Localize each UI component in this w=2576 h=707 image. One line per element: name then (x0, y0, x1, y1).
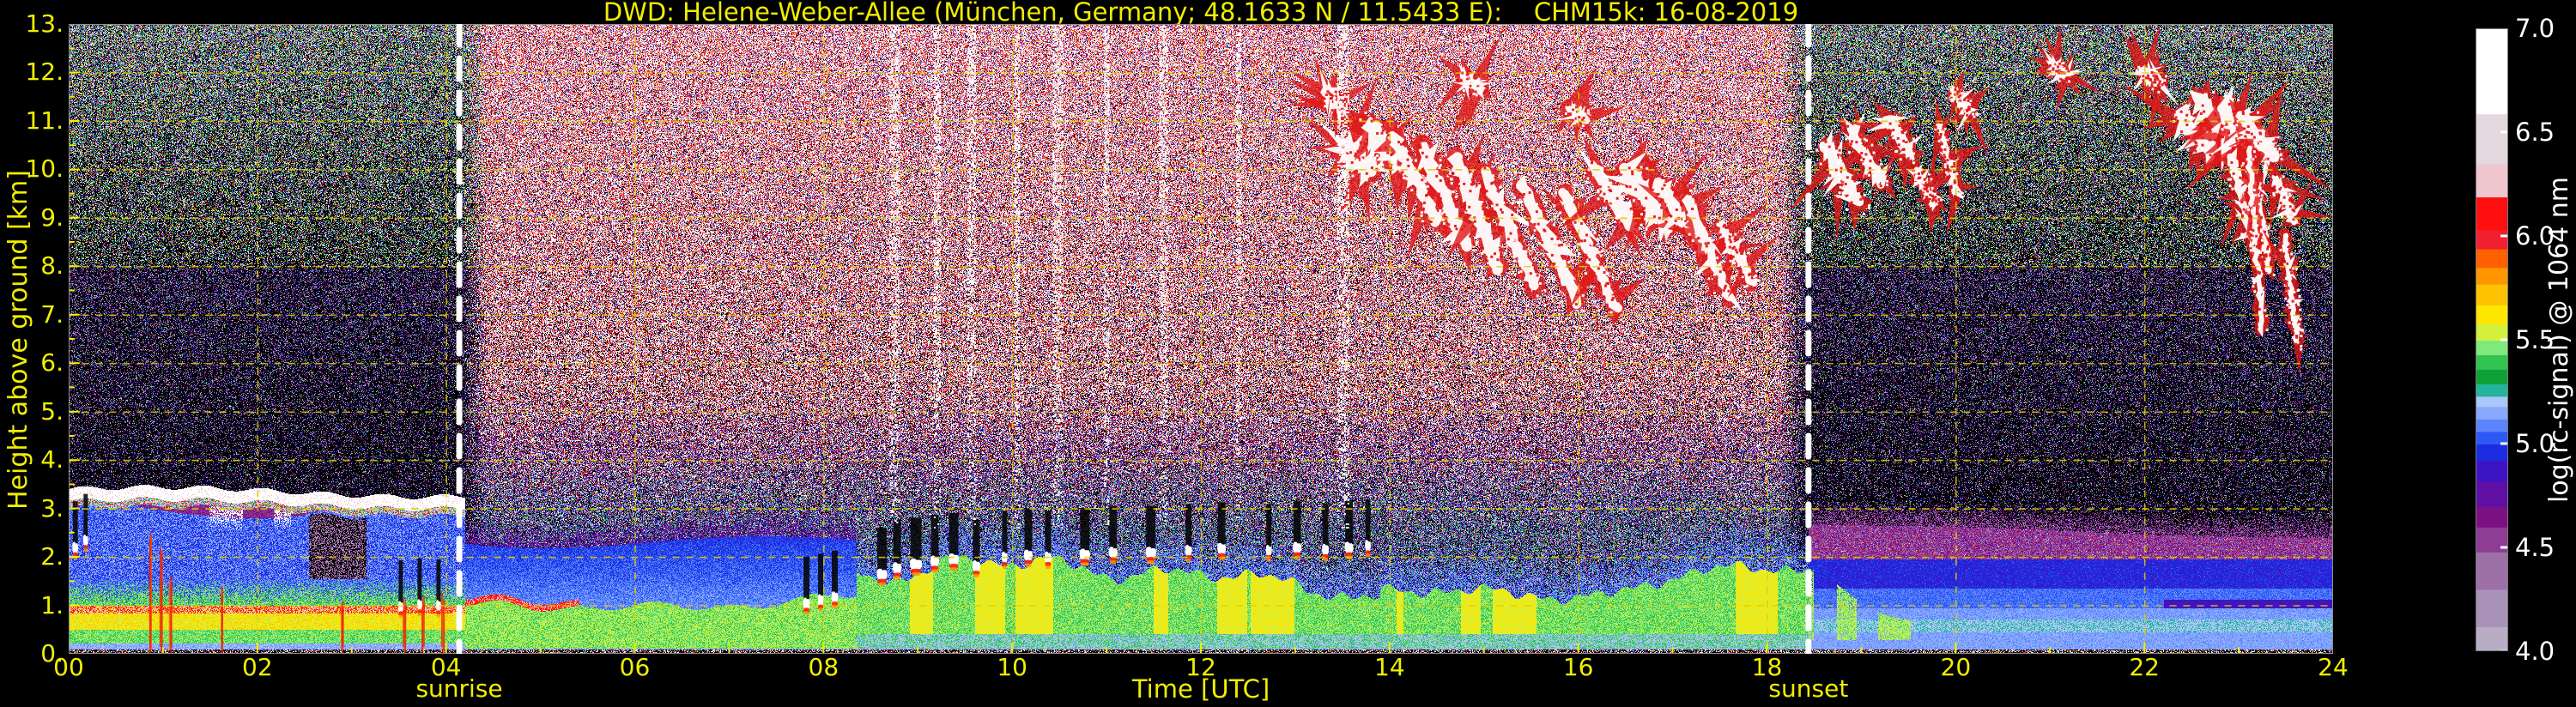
y-tick-label: 3. (0, 497, 64, 521)
y-tick-label: 13. (0, 12, 64, 36)
y-tick-label: 4. (0, 448, 64, 472)
y-tick-label: 8. (0, 254, 64, 278)
y-tick-label: 10. (0, 157, 64, 181)
figure: DWD: Helene-Weber-Allee (München, German… (0, 0, 2576, 707)
x-tick-label: 16 (1540, 656, 1617, 680)
y-tick-label: 2. (0, 545, 64, 569)
x-tick-label: 02 (219, 656, 296, 680)
y-tick-label: 9. (0, 206, 64, 230)
y-tick-label: 12. (0, 60, 64, 84)
y-tick-label: 5. (0, 400, 64, 424)
colorbar-tick-label: 7.0 (2515, 16, 2576, 40)
backscatter-heatmap (69, 24, 2333, 654)
x-tick-label: 24 (2294, 656, 2372, 680)
x-tick-label: 00 (30, 656, 107, 680)
y-tick-label: 1. (0, 594, 64, 618)
y-tick-label: 11. (0, 109, 64, 133)
figure-title: DWD: Helene-Weber-Allee (München, German… (428, 0, 1973, 24)
x-tick-label: 06 (597, 656, 674, 680)
sunrise-label: sunrise (365, 676, 554, 702)
x-tick-label: 14 (1351, 656, 1428, 680)
sunset-label: sunset (1714, 676, 1903, 702)
colorbar-label: log(rc-signal) @ 1064 nm (2545, 39, 2574, 640)
x-tick-label: 20 (1917, 656, 1994, 680)
x-axis-label: Time [UTC] (1072, 676, 1330, 702)
colorbar (2476, 28, 2508, 651)
x-tick-label: 10 (973, 656, 1051, 680)
colorbar-tick-label: 4.0 (2515, 639, 2576, 663)
y-tick-label: 6. (0, 351, 64, 375)
x-tick-label: 08 (785, 656, 862, 680)
y-tick-label: 7. (0, 303, 64, 327)
x-tick-label: 22 (2106, 656, 2183, 680)
